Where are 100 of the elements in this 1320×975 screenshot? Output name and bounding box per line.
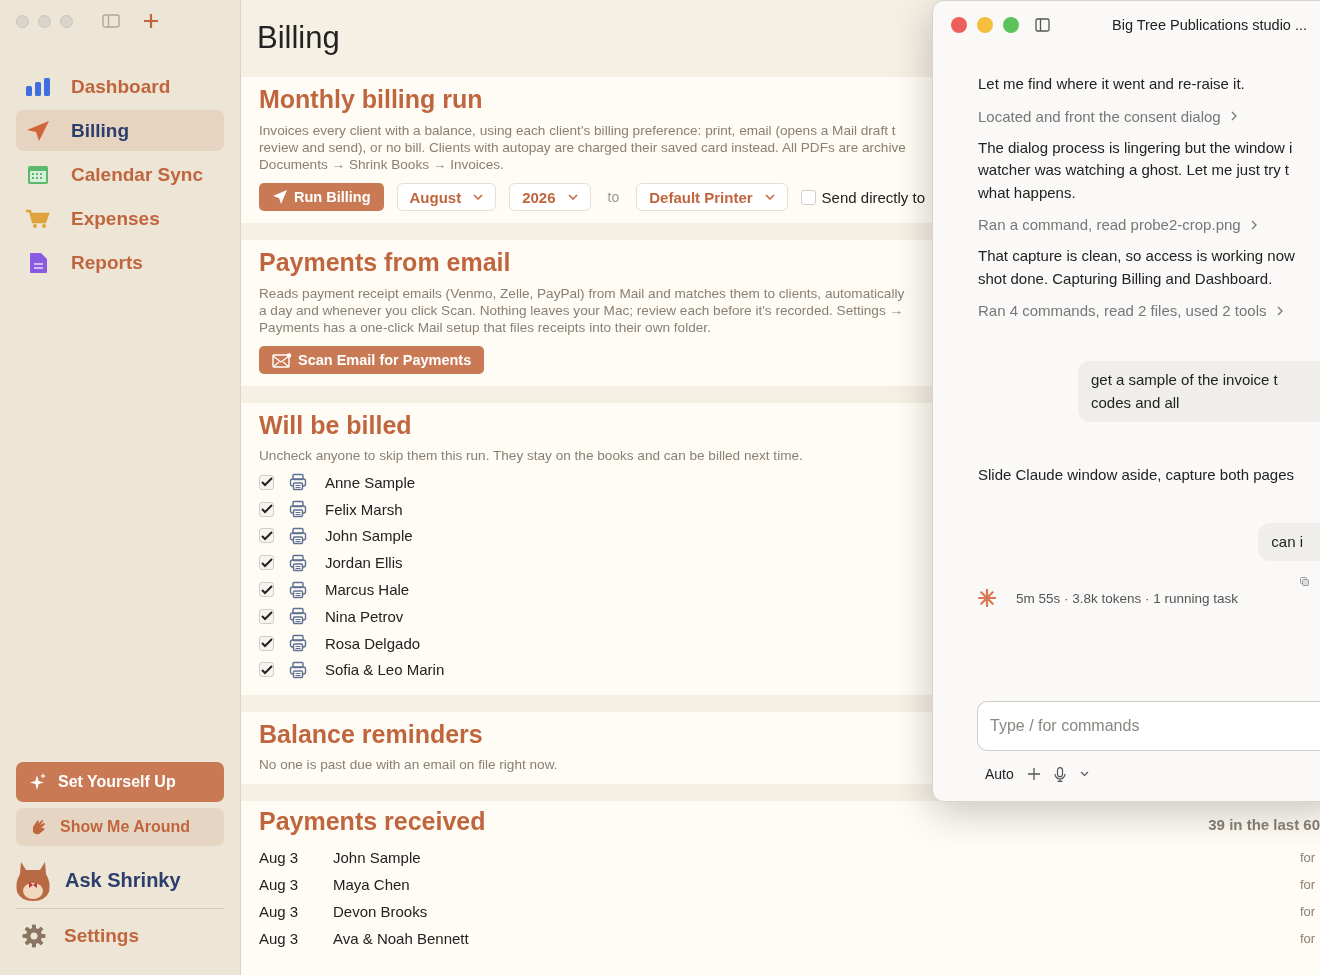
checkbox[interactable] bbox=[259, 501, 274, 517]
payments-summary: 39 in the last 60 bbox=[1208, 816, 1320, 834]
chat-title: Big Tree Publications studio ... bbox=[1112, 17, 1308, 33]
tool-summary-link[interactable]: Ran a command, read probe2-crop.png bbox=[978, 216, 1320, 233]
checkbox[interactable] bbox=[259, 474, 274, 490]
send-icon bbox=[272, 189, 288, 205]
settings-icon bbox=[22, 924, 46, 948]
section-heading: Balance reminders bbox=[259, 720, 483, 750]
checkbox[interactable] bbox=[259, 608, 274, 624]
nav-item[interactable]: Billing bbox=[16, 110, 224, 151]
nav-item[interactable]: Expenses bbox=[16, 198, 224, 239]
client-name: Anne Sample bbox=[325, 473, 416, 491]
assistant-link[interactable]: Ask Shrinky bbox=[16, 852, 224, 909]
client-name: Marcus Hale bbox=[325, 581, 410, 599]
settings-link[interactable]: Settings bbox=[16, 909, 224, 963]
close-icon[interactable] bbox=[951, 17, 967, 33]
checkbox[interactable] bbox=[259, 635, 274, 651]
payment-client: Maya Chen bbox=[333, 876, 411, 894]
printer-icon bbox=[289, 660, 307, 679]
microphone-icon[interactable] bbox=[1053, 766, 1066, 782]
set-yourself-up-button[interactable]: Set Yourself Up bbox=[16, 762, 224, 802]
printer-icon bbox=[289, 500, 307, 519]
payment-client: Ava & Noah Bennett bbox=[333, 930, 470, 948]
hand-icon bbox=[30, 818, 48, 836]
to-label: to bbox=[607, 189, 620, 205]
table-cell-text: for bbox=[1300, 931, 1317, 947]
chevron-right-icon bbox=[1276, 305, 1283, 316]
show-me-around-button[interactable]: Show Me Around bbox=[16, 808, 224, 846]
printer-icon bbox=[289, 527, 307, 545]
envelope-icon bbox=[272, 352, 292, 368]
printer-dropdown[interactable]: Default Printer bbox=[636, 183, 788, 211]
payment-date: Aug 3 bbox=[259, 930, 300, 948]
add-icon[interactable] bbox=[143, 13, 159, 29]
section-heading: Payments received bbox=[259, 807, 486, 837]
sidebar-toggle-icon[interactable] bbox=[102, 14, 120, 28]
table-cell-text: for bbox=[1300, 850, 1317, 866]
payment-date: Aug 3 bbox=[259, 849, 300, 867]
task-status: 5m 55s · 3.8k tokens · 1 running task bbox=[1016, 590, 1239, 606]
checkbox[interactable] bbox=[259, 582, 274, 598]
client-name: Sofia & Leo Marin bbox=[325, 661, 445, 679]
assistant-message: The dialog process is lingering but the window i watcher was watching a ghost. Let me just try t what happens. bbox=[978, 137, 1293, 203]
payment-date: Aug 3 bbox=[259, 903, 300, 921]
chevron-down-icon bbox=[567, 194, 578, 200]
payment-date: Aug 3 bbox=[259, 876, 300, 894]
checkbox[interactable] bbox=[259, 662, 274, 678]
nav-item[interactable]: Dashboard bbox=[16, 66, 224, 107]
sidebar-toggle-icon[interactable] bbox=[1035, 18, 1050, 32]
chevron-down-icon bbox=[764, 194, 775, 200]
section-heading: Payments from email bbox=[259, 248, 511, 277]
assistant-message: Let me find where it went and re-raise it. bbox=[978, 74, 1245, 94]
user-message: can i bbox=[1258, 522, 1320, 561]
section-heading: Will be billed bbox=[259, 411, 412, 440]
tool-summary-link[interactable]: Located and front the consent dialog bbox=[978, 107, 1320, 125]
calendar-icon bbox=[25, 164, 51, 185]
printer-icon bbox=[289, 553, 307, 572]
section-note: No one is past due with an email on file right now. bbox=[259, 757, 558, 773]
scan-email-button[interactable]: Scan Email for Payments bbox=[259, 346, 485, 374]
chart-icon bbox=[25, 76, 51, 97]
mode-selector[interactable]: Auto bbox=[985, 766, 1014, 782]
section-hint: Uncheck anyone to skip them this run. They stay on the books and can be billed next time. bbox=[259, 448, 803, 463]
client-name: John Sample bbox=[325, 527, 413, 545]
nav-item[interactable]: Calendar Sync bbox=[16, 154, 224, 195]
cart-icon bbox=[25, 208, 51, 229]
assistant-message: That capture is clean, so access is working now shot done. Capturing Billing and Dashboard. bbox=[978, 246, 1295, 289]
chevron-right-icon bbox=[1250, 219, 1257, 230]
send-icon bbox=[25, 119, 51, 142]
year-dropdown[interactable]: 2026 bbox=[509, 183, 591, 211]
printer-icon bbox=[289, 607, 307, 626]
command-input[interactable]: Type / for commands bbox=[977, 701, 1320, 751]
client-name: Jordan Ellis bbox=[325, 554, 403, 572]
section-description: Reads payment receipt emails (Venmo, Zelle, PayPal) from Mail and matches them to clients, automatically a day and whenever you click Scan. Nothing leaves your Mac; review each before it's recorded. Settings → Payments has a one-click Mail setup that files receipts into their own folder. bbox=[259, 285, 905, 336]
nav-item[interactable]: Reports bbox=[16, 242, 224, 283]
table-cell-text: for bbox=[1300, 904, 1317, 920]
table-cell-text: for bbox=[1300, 877, 1317, 893]
section-description: Invoices every client with a balance, using each client's billing preference: print, email (opens a Mail draft t review and send), or no bill. Clients with autopay are charged their saved card instead. All PDFs are archive Documents → Shrink Books → Invoices. bbox=[259, 122, 906, 173]
checkbox[interactable] bbox=[259, 528, 274, 544]
client-name: Felix Marsh bbox=[325, 500, 403, 518]
user-message: get a sample of the invoice t codes and all bbox=[1078, 361, 1320, 422]
add-icon[interactable] bbox=[1027, 768, 1040, 780]
payment-client: John Sample bbox=[333, 849, 422, 867]
sparkle-icon bbox=[30, 773, 46, 791]
copy-icon[interactable] bbox=[1300, 577, 1309, 586]
checkbox[interactable] bbox=[259, 555, 274, 571]
tool-summary-link[interactable]: Ran 4 commands, read 2 files, used 2 tools bbox=[978, 302, 1320, 319]
printer-icon bbox=[289, 580, 307, 599]
chevron-right-icon bbox=[1230, 111, 1237, 121]
payment-client: Devon Brooks bbox=[333, 903, 429, 921]
page-title: Billing bbox=[256, 19, 341, 57]
run-billing-button[interactable]: Run Billing bbox=[259, 183, 384, 211]
chevron-down-icon[interactable] bbox=[1079, 771, 1089, 777]
section-heading: Monthly billing run bbox=[259, 85, 483, 114]
checkbox-label: Send directly to bbox=[821, 188, 925, 206]
printer-icon bbox=[289, 473, 307, 492]
checkbox[interactable] bbox=[800, 189, 816, 205]
month-dropdown[interactable]: August bbox=[396, 183, 497, 211]
chevron-down-icon bbox=[473, 194, 484, 200]
assistant-message: Slide Claude window aside, capture both pages bbox=[978, 465, 1295, 485]
asterisk-icon bbox=[978, 589, 996, 607]
client-name: Rosa Delgado bbox=[325, 634, 421, 652]
client-name: Nina Petrov bbox=[325, 607, 404, 625]
